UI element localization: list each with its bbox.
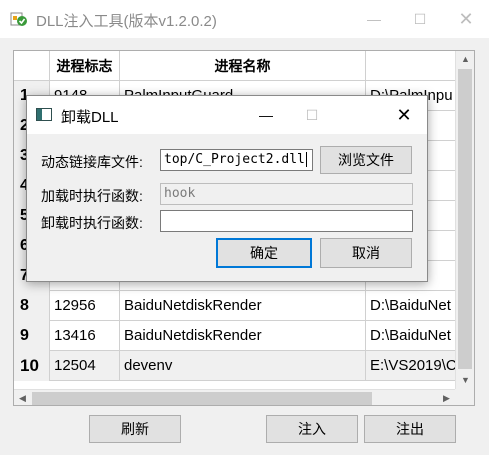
table-row[interactable]: 8 12956 BaiduNetdiskRender D:\BaiduNet (14, 291, 456, 321)
table-row[interactable]: 10 12504 devenv E:\VS2019\C (14, 351, 456, 381)
browse-button[interactable]: 浏览文件 (320, 146, 412, 174)
row-header[interactable]: 8 (14, 291, 50, 321)
cell-process-path[interactable]: D:\BaiduNet (366, 291, 456, 321)
maximize-button[interactable]: ☐ (397, 0, 443, 38)
cancel-button[interactable]: 取消 (320, 238, 412, 268)
window-title: DLL注入工具(版本v1.2.0.2) (36, 13, 217, 30)
scroll-up-icon[interactable]: ▲ (456, 51, 474, 68)
dll-file-input[interactable]: top/C_Project2.dll (160, 149, 313, 171)
header-corner (14, 51, 50, 81)
vertical-scroll-thumb[interactable] (458, 69, 472, 369)
main-titlebar[interactable]: DLL注入工具(版本v1.2.0.2) — ☐ ✕ (0, 0, 489, 38)
horizontal-scroll-thumb[interactable] (32, 392, 372, 405)
unload-function-label: 卸载时执行函数: (41, 215, 143, 231)
cell-process-name[interactable]: BaiduNetdiskRender (120, 291, 366, 321)
unload-function-input[interactable] (160, 210, 413, 232)
scroll-right-icon[interactable]: ▶ (438, 390, 455, 405)
row-header[interactable]: 10 (14, 351, 50, 381)
header-process-name[interactable]: 进程名称 (120, 51, 366, 81)
dll-tool-icon (10, 12, 27, 26)
minimize-button[interactable]: — (351, 0, 397, 38)
unload-button[interactable]: 注出 (364, 415, 456, 443)
refresh-button[interactable]: 刷新 (89, 415, 181, 443)
dialog-minimize-button[interactable]: — (243, 96, 289, 134)
load-function-label: 加载时执行函数: (41, 188, 143, 204)
window-icon (36, 108, 52, 121)
horizontal-scrollbar[interactable]: ◀ ▶ (14, 389, 455, 405)
dialog-close-button[interactable]: ✕ (381, 96, 427, 134)
header-process-id[interactable]: 进程标志 (50, 51, 120, 81)
close-button[interactable]: ✕ (443, 0, 489, 38)
text-caret (305, 152, 307, 167)
dialog-maximize-button: ☐ (305, 107, 319, 123)
vertical-scrollbar[interactable]: ▲ ▼ (455, 51, 474, 389)
ok-button[interactable]: 确定 (216, 238, 312, 268)
row-header[interactable]: 9 (14, 321, 50, 351)
cell-process-id[interactable]: 12956 (50, 291, 120, 321)
cell-process-path[interactable]: E:\VS2019\C (366, 351, 456, 381)
scroll-down-icon[interactable]: ▼ (456, 372, 474, 389)
table-row[interactable]: 9 13416 BaiduNetdiskRender D:\BaiduNet (14, 321, 456, 351)
dialog-titlebar[interactable]: 卸载DLL — ☐ ✕ (27, 96, 427, 134)
grid-header: 进程标志 进程名称 (14, 51, 474, 81)
cell-process-name[interactable]: BaiduNetdiskRender (120, 321, 366, 351)
scroll-left-icon[interactable]: ◀ (14, 390, 31, 405)
dll-file-value: top/C_Project2.dll (164, 152, 305, 167)
header-process-path[interactable] (366, 51, 456, 81)
cell-process-id[interactable]: 13416 (50, 321, 120, 351)
dll-file-label: 动态链接库文件: (41, 154, 143, 170)
cell-process-path[interactable]: D:\BaiduNet (366, 321, 456, 351)
scrollbar-corner (455, 389, 474, 405)
load-function-input: hook (160, 183, 413, 205)
inject-button[interactable]: 注入 (266, 415, 358, 443)
unload-dll-dialog: 卸载DLL — ☐ ✕ 动态链接库文件: top/C_Project2.dll … (26, 95, 428, 282)
cell-process-id[interactable]: 12504 (50, 351, 120, 381)
dialog-title: 卸载DLL (61, 109, 119, 126)
cell-process-name[interactable]: devenv (120, 351, 366, 381)
